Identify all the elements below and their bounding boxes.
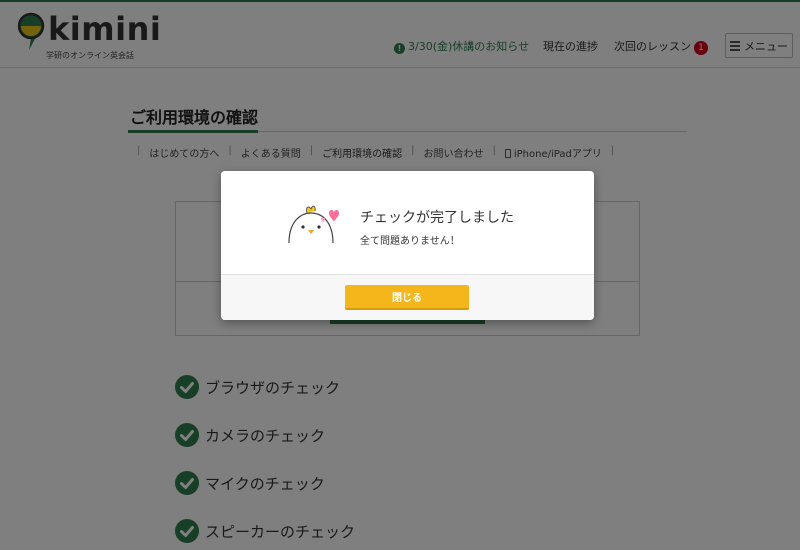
dialog-footer: 閉じる xyxy=(221,275,594,320)
dialog-title: チェックが完了しました xyxy=(360,210,514,226)
dialog-body: チェックが完了しました 全て問題ありません！ xyxy=(221,171,594,275)
check-complete-dialog: チェックが完了しました 全て問題ありません！ 閉じる xyxy=(221,171,594,320)
dialog-message: 全て問題ありません！ xyxy=(360,236,460,247)
close-button[interactable]: 閉じる xyxy=(345,285,469,310)
bird-mascot-icon xyxy=(288,205,339,244)
